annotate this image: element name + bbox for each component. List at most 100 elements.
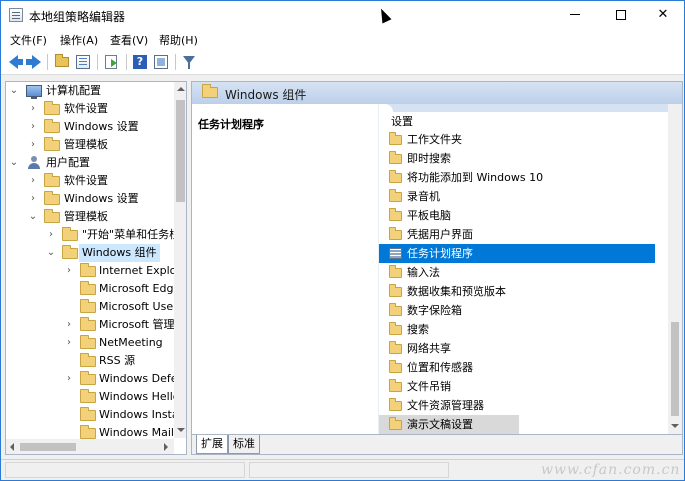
help-button[interactable]: ?: [132, 54, 148, 70]
tree-horizontal-scrollbar[interactable]: [6, 439, 174, 454]
list-item[interactable]: 输入法: [379, 263, 669, 282]
tab-standard[interactable]: 标准: [228, 435, 260, 454]
tree-item-microsoft-edge[interactable]: Microsoft Edge: [6, 280, 180, 298]
properties-button[interactable]: [153, 54, 169, 70]
chevron-right-icon[interactable]: ›: [28, 172, 38, 190]
details-vertical-scrollbar[interactable]: [668, 104, 682, 434]
show-hide-tree-button[interactable]: [75, 54, 91, 70]
tree-item-admin-templates[interactable]: › 管理模板: [6, 136, 174, 154]
chevron-right-icon[interactable]: ›: [64, 370, 74, 388]
list-item[interactable]: 凭据用户界面: [379, 225, 669, 244]
chevron-right-icon[interactable]: ›: [28, 118, 38, 136]
tree-item-rss-feeds[interactable]: RSS 源: [6, 352, 174, 370]
title-bar[interactable]: 本地组策略编辑器 ✕: [1, 1, 684, 29]
scroll-down-icon[interactable]: [177, 428, 185, 432]
maximize-button[interactable]: [599, 1, 643, 29]
tab-extended[interactable]: 扩展: [196, 435, 228, 454]
tree-item-label: NetMeeting: [99, 336, 163, 349]
menu-action[interactable]: 操作(A): [60, 32, 98, 48]
folder-icon: [44, 137, 60, 151]
scrollbar-thumb[interactable]: [20, 443, 76, 451]
list-item[interactable]: 文件吊销: [379, 377, 669, 396]
tree-item-admin-templates[interactable]: ⌄ 管理模板: [6, 208, 174, 226]
view-tabs: 扩展 标准: [192, 434, 682, 454]
tree-item-label: RSS 源: [99, 354, 136, 367]
column-header-setting[interactable]: 设置: [391, 113, 413, 129]
scroll-down-icon[interactable]: [671, 424, 679, 428]
minimize-button[interactable]: [553, 1, 597, 29]
chevron-right-icon[interactable]: ›: [28, 100, 38, 118]
tree-item-internet-explorer[interactable]: › Internet Explorer: [6, 262, 186, 280]
tree-item-windows-settings[interactable]: › Windows 设置: [6, 118, 174, 136]
console-tree-icon: [76, 55, 90, 69]
folder-icon: [202, 84, 218, 98]
tree-item-netmeeting[interactable]: › NetMeeting: [6, 334, 174, 352]
chevron-right-icon[interactable]: ›: [64, 316, 74, 334]
tree-item-microsoft-uev[interactable]: Microsoft User Experience Virtualization: [6, 298, 186, 316]
tree-item-label: Windows 设置: [64, 120, 139, 133]
tree-item-label: 软件设置: [64, 102, 108, 115]
list-item[interactable]: 工作文件夹: [379, 130, 669, 149]
chevron-down-icon[interactable]: ⌄: [28, 208, 38, 226]
tree-item-windows-defender[interactable]: › Windows Defender: [6, 370, 186, 388]
up-one-level-button[interactable]: [54, 54, 70, 70]
settings-list[interactable]: 设置 工作文件夹 即时搜索 将功能添加到 Windows 10 录音机 平板电脑: [378, 104, 682, 434]
details-pane: Windows 组件 任务计划程序 设置 工作文件夹 即时搜索 将功能添加到 W…: [191, 81, 683, 455]
list-item[interactable]: 录音机: [379, 187, 669, 206]
chevron-right-icon[interactable]: ›: [28, 136, 38, 154]
tree-item-software-settings[interactable]: › 软件设置: [6, 172, 174, 190]
list-item[interactable]: 数字保险箱: [379, 301, 669, 320]
menu-help[interactable]: 帮助(H): [159, 32, 198, 48]
menu-view[interactable]: 查看(V): [110, 32, 148, 48]
back-button[interactable]: [7, 54, 23, 70]
list-item[interactable]: 位置和传感器: [379, 358, 669, 377]
toolbar: ?: [1, 49, 684, 75]
list-item[interactable]: 即时搜索: [379, 149, 669, 168]
scroll-right-icon[interactable]: [164, 443, 168, 451]
chevron-down-icon[interactable]: ⌄: [46, 244, 56, 262]
chevron-right-icon[interactable]: ›: [28, 190, 38, 208]
close-button[interactable]: ✕: [641, 1, 685, 29]
filter-button[interactable]: [181, 54, 197, 70]
tree-item-windows-settings[interactable]: › Windows 设置: [6, 190, 174, 208]
scrollbar-thumb[interactable]: [671, 322, 679, 416]
tree-item-start-menu-taskbar[interactable]: › "开始"菜单和任务栏: [6, 226, 180, 244]
scrollbar-thumb[interactable]: [176, 100, 185, 202]
list-item[interactable]: 网络共享: [379, 339, 669, 358]
tree-item-microsoft-mmc[interactable]: › Microsoft 管理控制台: [6, 316, 186, 334]
chevron-right-icon[interactable]: ›: [64, 262, 74, 280]
tree-item-windows-components[interactable]: ⌄ Windows 组件: [6, 244, 174, 262]
tree-item-user-config[interactable]: ⌄ 用户配置: [6, 154, 174, 172]
chevron-right-icon[interactable]: ›: [64, 334, 74, 352]
scroll-left-icon[interactable]: [10, 443, 14, 451]
list-item[interactable]: 文件资源管理器: [379, 396, 669, 415]
list-item[interactable]: 演示文稿设置: [379, 415, 519, 434]
list-item[interactable]: 平板电脑: [379, 206, 669, 225]
tree-vertical-scrollbar[interactable]: [174, 82, 186, 438]
list-item-label: 即时搜索: [407, 152, 451, 165]
status-bar: www.cfan.com.cn: [1, 459, 684, 480]
tree-item-software-settings[interactable]: › 软件设置: [6, 100, 174, 118]
menu-bar: 文件(F) 操作(A) 查看(V) 帮助(H): [1, 29, 684, 49]
computer-icon: [26, 85, 42, 99]
console-tree[interactable]: ⌄ 计算机配置 › 软件设置 › Windows 设置 › 管理模板 ⌄ 用户配…: [5, 81, 187, 455]
chevron-right-icon[interactable]: ›: [46, 226, 56, 244]
tree-item-windows-hello[interactable]: Windows Hello 企业版: [6, 388, 186, 406]
toolbar-separator: [47, 54, 48, 70]
tree-item-windows-installer[interactable]: Windows Installer: [6, 406, 186, 424]
list-item[interactable]: 数据收集和预览版本: [379, 282, 669, 301]
menu-file[interactable]: 文件(F): [10, 32, 47, 48]
list-item[interactable]: 搜索: [379, 320, 669, 339]
maximize-icon: [616, 9, 626, 20]
chevron-down-icon[interactable]: ⌄: [9, 82, 19, 100]
tree-item-computer-config[interactable]: ⌄ 计算机配置: [6, 82, 174, 100]
forward-button[interactable]: [26, 54, 42, 70]
export-list-button[interactable]: [104, 54, 120, 70]
chevron-down-icon[interactable]: ⌄: [9, 154, 19, 172]
folder-icon: [389, 284, 402, 297]
scroll-up-icon[interactable]: [177, 87, 185, 91]
selected-item-title: 任务计划程序: [198, 118, 264, 131]
list-item[interactable]: 将功能添加到 Windows 10: [379, 168, 669, 187]
folder-icon: [44, 173, 60, 187]
list-item-selected[interactable]: 任务计划程序: [379, 244, 655, 263]
